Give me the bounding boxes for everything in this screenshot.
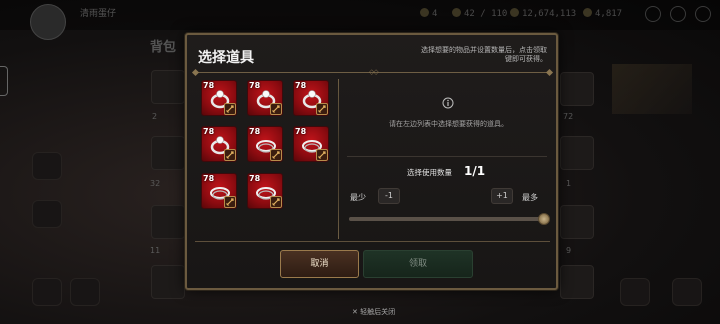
plus-button[interactable]: +1 (491, 188, 513, 204)
resource-4: 4,817 (583, 8, 622, 19)
item-list: 78 78 78 78 78 78 78 78 (195, 78, 336, 242)
divider-ornament (545, 68, 554, 77)
sword-icon (316, 149, 328, 161)
menu-icon[interactable] (695, 6, 711, 22)
item-slot-ring[interactable]: 78 (201, 80, 237, 116)
bag-title: 背包 (150, 40, 177, 55)
resource-icon (583, 8, 592, 17)
bag-slot[interactable] (151, 265, 185, 299)
resource-3: 12,674,113 (510, 8, 576, 19)
resource-icon (510, 8, 519, 17)
slot-count: 1 (566, 179, 572, 188)
max-button[interactable]: 最多 (522, 192, 538, 203)
item-slot-bracelet[interactable]: 78 (247, 126, 283, 162)
item-slot-bracelet[interactable]: 78 (201, 173, 237, 209)
item-slot-ring[interactable]: 78 (293, 80, 329, 116)
sword-icon (224, 149, 236, 161)
sword-icon (224, 103, 236, 115)
side-menu-item[interactable] (32, 152, 62, 180)
divider-ornament: ◇◇ (369, 68, 379, 76)
bag-slot[interactable] (560, 136, 594, 170)
bag-slot[interactable] (151, 205, 185, 239)
count-slider[interactable] (349, 213, 550, 225)
min-button[interactable]: 最少 (350, 192, 366, 203)
sword-icon (224, 196, 236, 208)
resource-2: 42 / 110 (452, 8, 507, 19)
footer-divider (195, 241, 550, 242)
count-value: 1/1 (464, 164, 486, 178)
avatar (30, 4, 66, 40)
dialog-title: 选择道具 (198, 50, 254, 66)
resource-1: 4 (420, 8, 437, 19)
slider-fill (349, 217, 545, 221)
bag-slot[interactable] (560, 265, 594, 299)
item-slot-bracelet[interactable]: 78 (293, 126, 329, 162)
mail-icon[interactable] (645, 6, 661, 22)
empty-selection-text: 请在左边列表中选择想要获得的道具。 (389, 120, 508, 128)
banner-art (612, 64, 692, 114)
count-label: 选择使用数量 (407, 168, 452, 177)
slot-count: 9 (566, 246, 572, 255)
sword-icon (270, 149, 282, 161)
slot-count: 32 (150, 179, 161, 188)
side-menu-item[interactable] (32, 200, 62, 228)
resource-icon (452, 8, 461, 17)
bag-slot[interactable] (560, 205, 594, 239)
side-menu-item[interactable] (672, 278, 702, 306)
title-divider: ◇◇ (191, 68, 554, 77)
bag-slot[interactable] (151, 136, 185, 170)
claim-button[interactable]: 领取 (363, 250, 473, 278)
sword-icon (270, 196, 282, 208)
item-slot-ring[interactable]: 78 (201, 126, 237, 162)
tap-to-close-hint[interactable]: ✕ 轻触后关闭 (352, 307, 395, 317)
resource-icon (420, 8, 429, 17)
bag-slot[interactable] (151, 70, 185, 104)
back-tab[interactable] (0, 66, 8, 96)
dialog-hint: 选择想要的物品并设置数量后，点击领取键即可获得。 (421, 46, 547, 63)
item-slot-ring[interactable]: 78 (247, 80, 283, 116)
bag-slot[interactable] (560, 72, 594, 106)
sword-icon (270, 103, 282, 115)
slot-count: 2 (152, 112, 158, 121)
sword-icon (316, 103, 328, 115)
side-menu-item[interactable] (620, 278, 650, 306)
cancel-button[interactable]: 取消 (280, 250, 359, 278)
notice-icon[interactable] (670, 6, 686, 22)
info-icon (442, 97, 454, 109)
count-divider (347, 156, 547, 157)
divider-ornament (191, 68, 200, 77)
select-item-dialog: 选择道具 选择想要的物品并设置数量后，点击领取键即可获得。 ◇◇ 78 78 7… (185, 33, 558, 290)
slot-count: 72 (563, 112, 574, 121)
minus-button[interactable]: -1 (378, 188, 400, 204)
slider-handle[interactable] (538, 213, 550, 225)
item-slot-bracelet[interactable]: 78 (247, 173, 283, 209)
side-menu-item[interactable] (70, 278, 100, 306)
player-name: 清雨蛋仔 (80, 9, 117, 19)
side-menu-item[interactable] (32, 278, 62, 306)
panel-divider (338, 79, 339, 239)
slot-count: 11 (150, 246, 161, 255)
